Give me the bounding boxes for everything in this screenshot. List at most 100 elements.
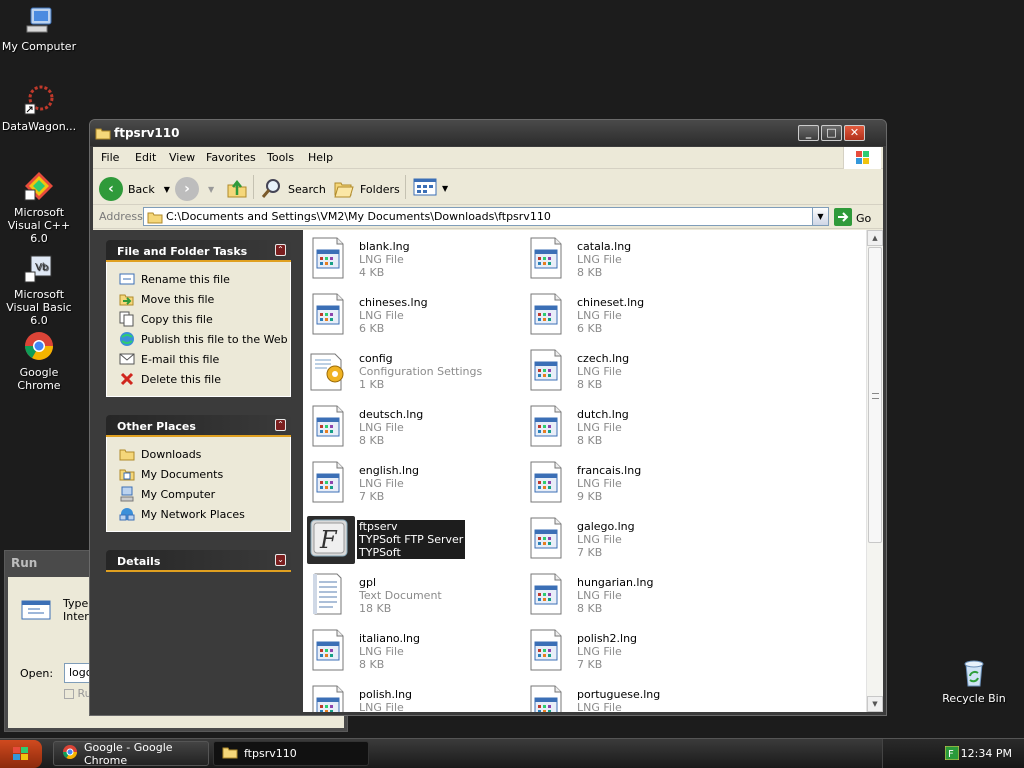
file-item[interactable]: polish2.lng LNG File 7 KB (525, 626, 735, 680)
my-documents-icon (119, 466, 135, 482)
panel-header[interactable]: Details ⌄ (106, 550, 291, 572)
file-item[interactable]: portuguese.lng LNG File (525, 682, 735, 712)
taskbar-button-explorer[interactable]: ftpsrv110 (213, 741, 369, 766)
place-my-documents[interactable]: My Documents (119, 464, 290, 484)
search-button[interactable]: Search (261, 177, 326, 202)
collapse-chevron-icon[interactable]: ⌃ (275, 244, 286, 256)
menu-help[interactable]: Help (308, 151, 333, 164)
file-type: LNG File (577, 253, 622, 266)
file-item[interactable]: italiano.lng LNG File 8 KB (307, 626, 517, 680)
file-name: config (359, 352, 393, 365)
file-item[interactable]: chineses.lng LNG File 6 KB (307, 290, 517, 344)
folders-button[interactable]: Folders (333, 177, 400, 202)
file-name: polish2.lng (577, 632, 638, 645)
back-button[interactable]: ‹ Back ▼ (99, 177, 170, 201)
place-my-computer[interactable]: My Computer (119, 484, 290, 504)
address-dropdown-button[interactable]: ▼ (812, 208, 828, 225)
ftp-server-tray-icon[interactable]: F (944, 745, 960, 763)
task-move[interactable]: Move this file (119, 289, 290, 309)
maximize-icon: □ (826, 126, 837, 139)
dropdown-arrow-icon: ▼ (163, 184, 170, 194)
file-size: 7 KB (577, 658, 603, 671)
taskbar-button-chrome[interactable]: Google - Google Chrome (53, 740, 209, 767)
file-name: galego.lng (577, 520, 635, 533)
lng-file-icon (525, 236, 573, 284)
menu-edit[interactable]: Edit (135, 151, 156, 164)
file-item[interactable]: catala.lng LNG File 8 KB (525, 234, 735, 288)
file-item[interactable]: blank.lng LNG File 4 KB (307, 234, 517, 288)
file-item[interactable]: gpl Text Document 18 KB (307, 570, 517, 624)
file-size: 8 KB (359, 658, 385, 671)
taskbar-button-label: Google - Google Chrome (84, 740, 173, 767)
lng-file-icon (525, 684, 573, 712)
file-list: blank.lng LNG File 4 KB catala.lng LNG File 8… (303, 230, 883, 712)
forward-button[interactable]: › ▼ (175, 177, 214, 201)
folders-icon (333, 177, 355, 202)
text-document-icon (307, 572, 355, 620)
file-item[interactable]: Fftpserv TYPSoft FTP Server TYPSoft (307, 514, 517, 568)
lng-file-icon (525, 460, 573, 508)
menu-file[interactable]: File (101, 151, 119, 164)
file-type: LNG File (359, 253, 404, 266)
file-type: LNG File (359, 309, 404, 322)
collapse-chevron-icon[interactable]: ⌃ (275, 419, 286, 431)
file-name: portuguese.lng (577, 688, 661, 701)
task-rename[interactable]: Rename this file (119, 269, 290, 289)
place-downloads[interactable]: Downloads (119, 444, 290, 464)
expand-chevron-icon[interactable]: ⌄ (275, 554, 286, 566)
file-type: LNG File (359, 477, 404, 490)
file-item[interactable]: francais.lng LNG File 9 KB (525, 458, 735, 512)
scroll-down-button[interactable]: ▼ (867, 696, 883, 712)
desktop-icon-visual-cpp[interactable]: Microsoft Visual C++ 6.0 (0, 170, 79, 245)
file-name: chineset.lng (577, 296, 645, 309)
start-button[interactable] (0, 740, 42, 768)
task-publish[interactable]: Publish this file to the Web (119, 329, 290, 349)
desktop-icon-chrome[interactable]: Google Chrome (0, 330, 79, 392)
panel-header[interactable]: File and Folder Tasks ⌃ (106, 240, 291, 262)
file-item[interactable]: czech.lng LNG File 8 KB (525, 346, 735, 400)
desktop-icon-visual-basic[interactable]: Vb Microsoft Visual Basic 6.0 (0, 252, 79, 327)
desktop-icon-my-computer[interactable]: My Computer (0, 4, 79, 53)
task-pane: File and Folder Tasks ⌃ Rename this file… (93, 230, 303, 712)
file-size: 6 KB (359, 322, 385, 335)
window-titlebar[interactable]: ftpsrv110 _ □ ✕ (90, 120, 886, 146)
minimize-button[interactable]: _ (798, 125, 819, 141)
maximize-button[interactable]: □ (821, 125, 842, 141)
task-delete[interactable]: Delete this file (119, 369, 290, 389)
task-label: Move this file (141, 292, 215, 306)
scroll-up-button[interactable]: ▲ (867, 230, 883, 246)
file-item[interactable]: config Configuration Settings 1 KB (307, 346, 517, 400)
close-button[interactable]: ✕ (844, 125, 865, 141)
views-button[interactable]: ▼ (413, 177, 448, 200)
scroll-thumb[interactable] (868, 247, 882, 543)
file-item[interactable]: galego.lng LNG File 7 KB (525, 514, 735, 568)
run-checkbox[interactable]: Ru (64, 687, 92, 700)
up-folder-button[interactable] (226, 177, 248, 202)
menu-favorites[interactable]: Favorites (206, 151, 256, 164)
file-item[interactable]: hungarian.lng LNG File 8 KB (525, 570, 735, 624)
file-size: 6 KB (577, 322, 603, 335)
desktop-icon-recycle-bin[interactable]: Recycle Bin (934, 656, 1014, 705)
go-button[interactable]: Go (834, 208, 871, 229)
desktop-icon-label: Microsoft Visual C++ 6.0 (7, 206, 71, 245)
file-item[interactable]: chineset.lng LNG File 6 KB (525, 290, 735, 344)
place-my-network-places[interactable]: My Network Places (119, 504, 290, 524)
address-input[interactable]: C:\Documents and Settings\VM2\My Documen… (143, 207, 829, 226)
task-copy[interactable]: Copy this file (119, 309, 290, 329)
panel-header[interactable]: Other Places ⌃ (106, 415, 291, 437)
explorer-window[interactable]: ftpsrv110 _ □ ✕ File Edit View Favorites… (89, 119, 887, 716)
copy-icon (119, 311, 135, 327)
menu-tools[interactable]: Tools (267, 151, 294, 164)
close-icon: ✕ (849, 126, 860, 139)
file-item[interactable]: english.lng LNG File 7 KB (307, 458, 517, 512)
task-email[interactable]: E-mail this file (119, 349, 290, 369)
file-item[interactable]: polish.lng LNG File (307, 682, 517, 712)
file-item[interactable]: deutsch.lng LNG File 8 KB (307, 402, 517, 456)
desktop-icon-label: Microsoft Visual Basic 6.0 (6, 288, 72, 327)
desktop-icon-datawagon[interactable]: DataWagon... (0, 84, 79, 133)
vertical-scrollbar[interactable]: ▲ ▼ (866, 230, 883, 712)
svg-text:F: F (319, 526, 338, 554)
menu-view[interactable]: View (169, 151, 195, 164)
svg-text:Vb: Vb (35, 262, 48, 273)
file-item[interactable]: dutch.lng LNG File 8 KB (525, 402, 735, 456)
